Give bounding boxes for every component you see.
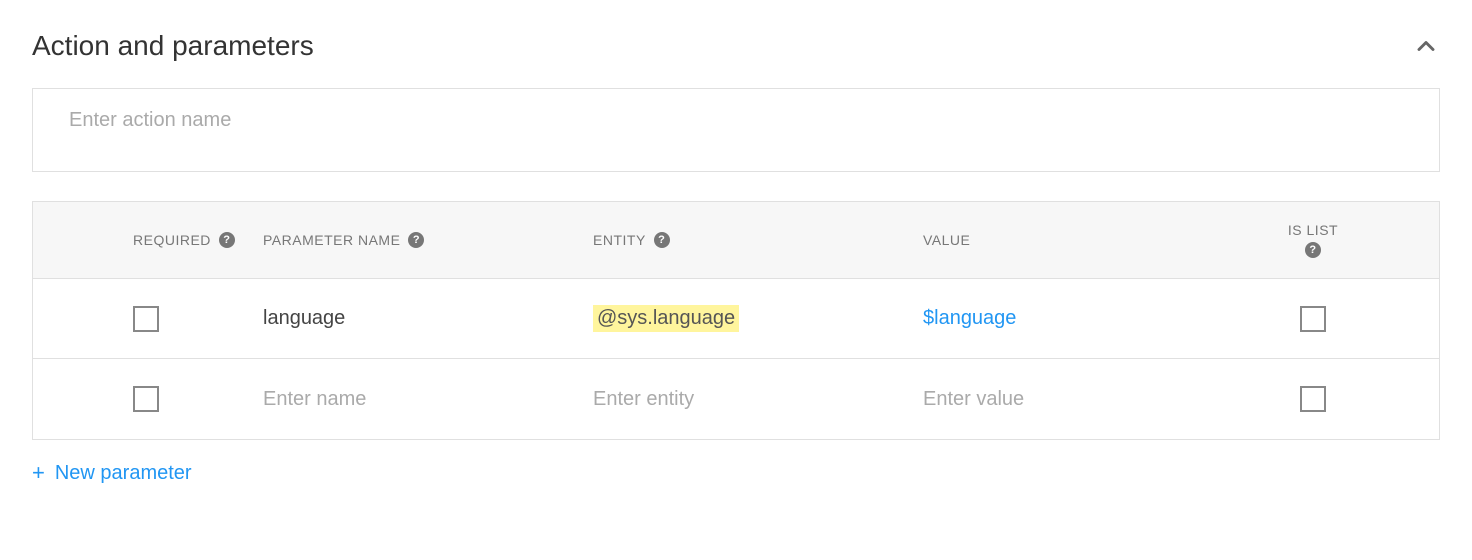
cell-value[interactable]: $language bbox=[923, 307, 1253, 330]
chevron-up-icon bbox=[1412, 32, 1440, 60]
cell-required bbox=[33, 386, 263, 412]
action-name-input[interactable] bbox=[32, 88, 1440, 172]
header-entity-label: ENTITY bbox=[593, 232, 646, 248]
value-input[interactable] bbox=[923, 388, 1220, 411]
header-value-label: VALUE bbox=[923, 232, 970, 248]
cell-entity[interactable]: @sys.language bbox=[593, 305, 923, 332]
header-value: VALUE bbox=[923, 232, 1253, 248]
header-entity: ENTITY ? bbox=[593, 232, 923, 248]
table-row: language @sys.language $language bbox=[33, 279, 1439, 359]
cell-parameter-name[interactable]: language bbox=[263, 307, 593, 330]
entity-input[interactable] bbox=[593, 388, 890, 411]
section-header: Action and parameters bbox=[32, 30, 1440, 62]
collapse-toggle[interactable] bbox=[1412, 32, 1440, 60]
header-required: REQUIRED ? bbox=[33, 232, 263, 248]
table-row bbox=[33, 359, 1439, 439]
cell-islist bbox=[1253, 306, 1373, 332]
plus-icon: + bbox=[32, 460, 45, 486]
header-islist: IS LIST ? bbox=[1253, 222, 1373, 258]
section-title: Action and parameters bbox=[32, 30, 314, 62]
help-icon[interactable]: ? bbox=[1305, 242, 1321, 258]
cell-parameter-name[interactable] bbox=[263, 388, 593, 411]
help-icon[interactable]: ? bbox=[219, 232, 235, 248]
entity-highlight: @sys.language bbox=[593, 305, 739, 332]
cell-islist bbox=[1253, 386, 1373, 412]
help-icon[interactable]: ? bbox=[654, 232, 670, 248]
help-icon[interactable]: ? bbox=[408, 232, 424, 248]
cell-value[interactable] bbox=[923, 388, 1253, 411]
cell-required bbox=[33, 306, 263, 332]
parameters-table: REQUIRED ? PARAMETER NAME ? ENTITY ? VAL… bbox=[32, 201, 1440, 440]
parameter-name-input[interactable] bbox=[263, 388, 560, 411]
header-name-label: PARAMETER NAME bbox=[263, 232, 400, 248]
islist-checkbox[interactable] bbox=[1300, 306, 1326, 332]
header-required-label: REQUIRED bbox=[133, 232, 211, 248]
header-parameter-name: PARAMETER NAME ? bbox=[263, 232, 593, 248]
header-islist-label: IS LIST bbox=[1288, 222, 1338, 238]
islist-checkbox[interactable] bbox=[1300, 386, 1326, 412]
required-checkbox[interactable] bbox=[133, 386, 159, 412]
required-checkbox[interactable] bbox=[133, 306, 159, 332]
add-parameter-button[interactable]: + New parameter bbox=[32, 460, 192, 486]
table-header-row: REQUIRED ? PARAMETER NAME ? ENTITY ? VAL… bbox=[33, 202, 1439, 279]
cell-entity[interactable] bbox=[593, 388, 923, 411]
add-parameter-label: New parameter bbox=[55, 462, 192, 485]
